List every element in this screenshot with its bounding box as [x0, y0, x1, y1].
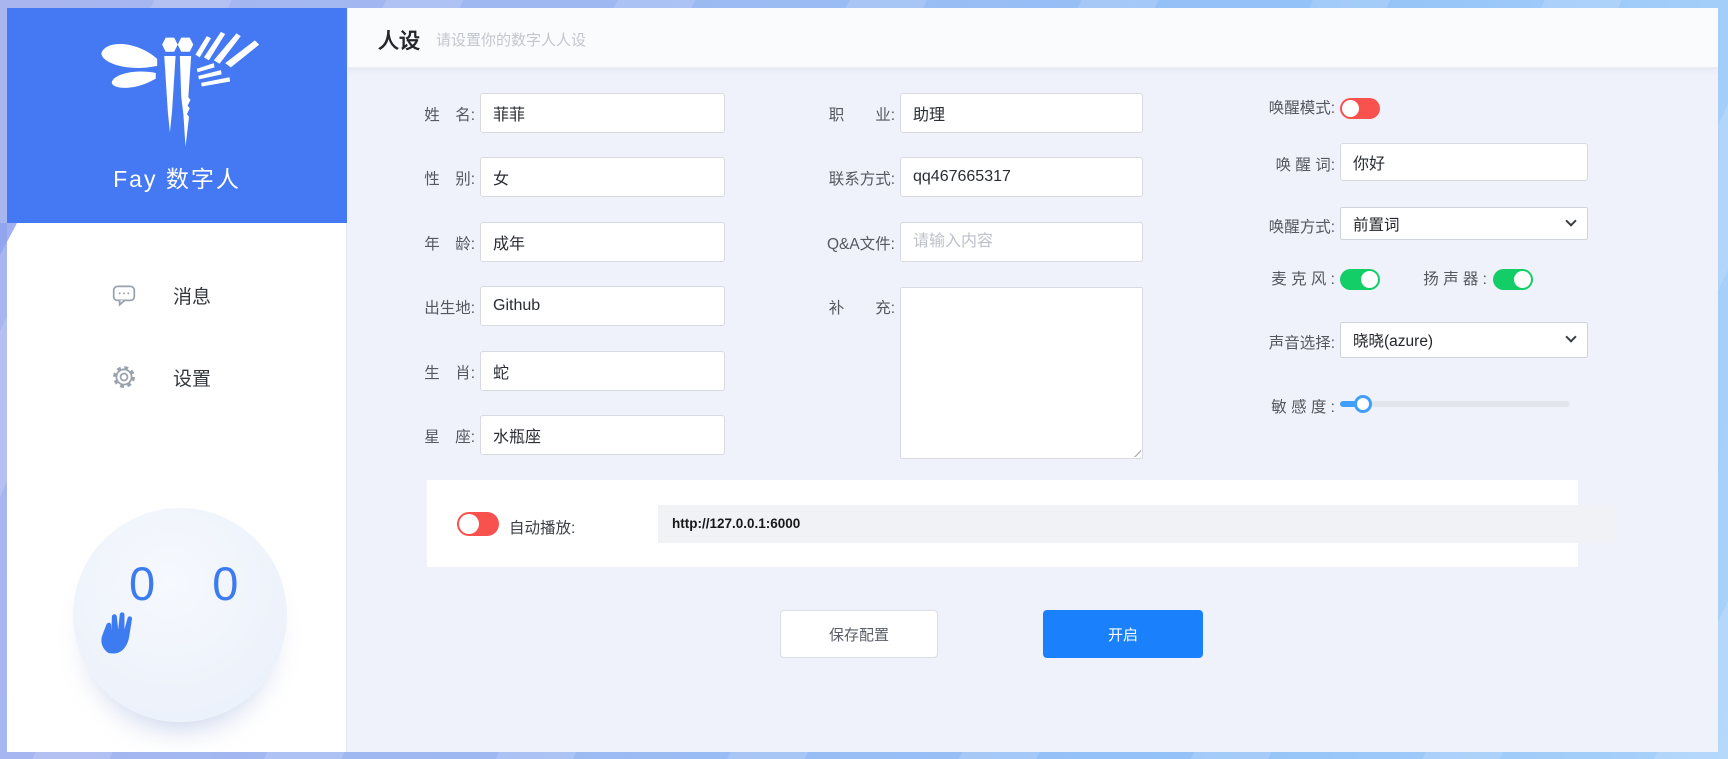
sidebar-item-label: 消息 [173, 282, 211, 309]
sidebar-item-settings[interactable]: 设置 [7, 352, 347, 402]
toggle-knob [1361, 271, 1378, 288]
contact-label: 联系方式: [763, 167, 895, 189]
page-title: 人设 [378, 25, 420, 55]
sensitivity-knob[interactable] [1354, 395, 1372, 413]
voice-select[interactable]: 晓晓(azure) [1340, 322, 1588, 358]
digital-human-avatar: 0 0 [73, 508, 287, 722]
sensitivity-slider[interactable] [1340, 395, 1570, 413]
birthplace-input[interactable] [480, 286, 725, 326]
constellation-input[interactable] [480, 415, 725, 455]
occupation-input[interactable] [900, 93, 1143, 133]
dragonfly-logo-icon [92, 26, 262, 154]
main-panel: 人设 请设置你的数字人人设 姓 名: 性 别: 年 龄: 出生地: 生 肖: 星… [348, 8, 1718, 752]
age-input[interactable] [480, 222, 725, 262]
counter-digits: 0 0 [129, 556, 259, 611]
autoplay-url-input[interactable]: http://127.0.0.1:6000 [658, 505, 1616, 543]
wake-word-input[interactable] [1340, 143, 1588, 181]
start-button[interactable]: 开启 [1043, 610, 1203, 658]
page-header: 人设 请设置你的数字人人设 [348, 8, 1718, 68]
birthplace-label: 出生地: [375, 296, 475, 318]
brand-name: Fay 数字人 [7, 160, 347, 194]
zodiac-animal-label: 生 肖: [375, 361, 475, 383]
wake-method-label: 唤醒方式: [1185, 215, 1335, 237]
sidebar: Fay 数字人 消息 设置 0 0 [7, 8, 347, 752]
qa-file-input[interactable] [900, 222, 1143, 262]
gender-input[interactable] [480, 157, 725, 197]
chevron-down-icon [1565, 215, 1576, 226]
gender-label: 性 别: [375, 167, 475, 189]
wake-word-label: 唤 醒 词: [1185, 153, 1335, 175]
speaker-label: 扬 声 器 : [1405, 269, 1487, 290]
sidebar-item-messages[interactable]: 消息 [7, 270, 347, 320]
qa-file-label: Q&A文件: [763, 232, 895, 254]
contact-input[interactable] [900, 157, 1143, 197]
microphone-toggle[interactable] [1340, 269, 1380, 290]
microphone-label: 麦 克 风 : [1185, 269, 1335, 290]
waving-hand-icon [92, 602, 147, 659]
sidebar-item-label: 设置 [173, 364, 211, 391]
wake-method-select[interactable]: 前置词 [1340, 207, 1588, 240]
voice-value: 晓晓(azure) [1353, 329, 1433, 351]
wake-mode-label: 唤醒模式: [1185, 98, 1335, 119]
wallpaper-fold-decoration [0, 223, 17, 255]
logo-block: Fay 数字人 [7, 8, 347, 223]
autoplay-toggle[interactable] [457, 512, 499, 536]
autoplay-panel: 自动播放: http://127.0.0.1:6000 [427, 480, 1578, 567]
toggle-knob [1514, 271, 1531, 288]
desktop-background: { "colors": { "logo_blue": "#4579f4", "p… [0, 0, 1728, 759]
supplement-textarea[interactable] [900, 287, 1143, 459]
name-label: 姓 名: [375, 103, 475, 125]
toggle-knob [1342, 100, 1359, 117]
chevron-down-icon [1565, 331, 1576, 342]
chat-bubble-icon [111, 282, 137, 308]
zodiac-animal-input[interactable] [480, 351, 725, 391]
voice-label: 声音选择: [1185, 331, 1335, 353]
occupation-label: 职 业: [763, 103, 895, 125]
page-subtitle: 请设置你的数字人人设 [436, 29, 586, 50]
wake-method-value: 前置词 [1353, 213, 1400, 235]
gear-icon [111, 364, 137, 390]
constellation-label: 星 座: [375, 425, 475, 447]
speaker-toggle[interactable] [1493, 269, 1533, 290]
supplement-label: 补 充: [763, 296, 895, 318]
slider-track[interactable] [1340, 401, 1570, 407]
name-input[interactable] [480, 93, 725, 133]
app-window: Fay 数字人 消息 设置 0 0 [7, 8, 1718, 752]
wake-mode-toggle[interactable] [1340, 98, 1380, 119]
autoplay-label: 自动播放: [509, 516, 589, 538]
sensitivity-label: 敏 感 度 : [1185, 395, 1335, 417]
toggle-knob [459, 514, 479, 534]
save-config-button[interactable]: 保存配置 [780, 610, 938, 658]
age-label: 年 龄: [375, 232, 475, 254]
